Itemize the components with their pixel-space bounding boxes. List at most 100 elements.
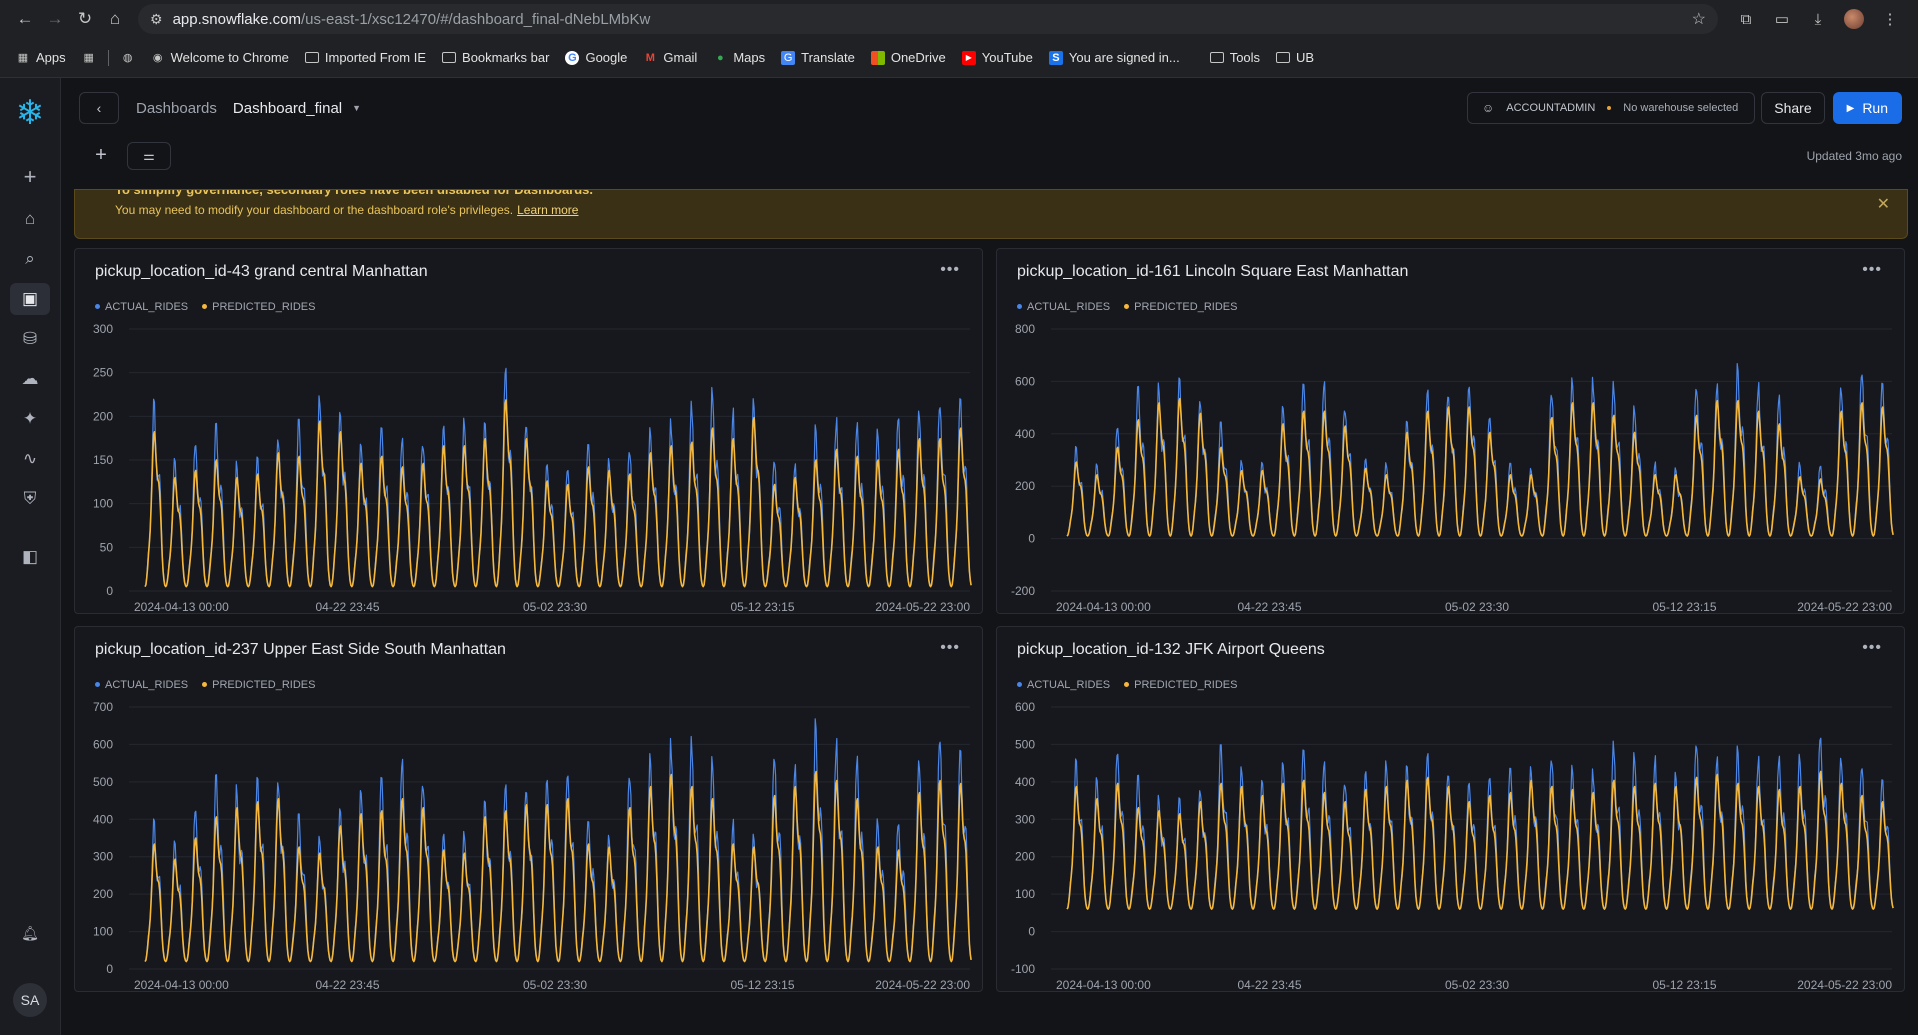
address-bar[interactable]: ⚙ app.snowflake.com/us-east-1/xsc12470/#… <box>138 4 1718 34</box>
profile-avatar[interactable] <box>1844 9 1864 29</box>
y-tick-label: 0 <box>106 962 113 976</box>
series-line-actual_rides <box>1066 363 1894 537</box>
folder-icon <box>1276 52 1291 63</box>
monitoring-activity-icon[interactable]: ∿ <box>10 443 50 475</box>
chart-tile-2[interactable]: pickup_location_id-161 Lincoln Square Ea… <box>996 248 1905 614</box>
user-avatar[interactable]: SA <box>13 983 47 1017</box>
legend-predicted[interactable]: PREDICTED_RIDES <box>202 301 315 313</box>
x-tick-label: 2024-04-13 00:00 <box>1056 978 1151 992</box>
site-settings-icon[interactable]: ⚙ <box>150 11 163 28</box>
y-tick-label: 400 <box>1015 427 1035 441</box>
line-chart[interactable]: 0 100 200 300 400 500 600 700 2024-04-13 00:00 04… <box>75 697 984 993</box>
bookmark-translate[interactable]: G Translate <box>773 50 863 65</box>
updated-timestamp: Updated 3mo ago <box>1806 148 1902 163</box>
filters-sliders-icon[interactable]: ⚌ <box>127 141 171 170</box>
tab-search-icon[interactable]: ▦ <box>74 51 104 65</box>
home-icon[interactable]: ⌂ <box>10 203 50 235</box>
download-icon[interactable]: ⤓ <box>1800 4 1836 34</box>
folder-icon <box>1209 52 1224 63</box>
y-tick-label: 800 <box>1015 322 1035 336</box>
kebab-menu-icon[interactable]: ⋮ <box>1872 4 1908 34</box>
tile-title: pickup_location_id-237 Upper East Side S… <box>95 641 506 658</box>
x-tick-label: 2024-05-22 23:00 <box>875 600 970 614</box>
ai-ml-sparkle-icon[interactable]: ✦ <box>10 403 50 435</box>
data-database-icon[interactable]: ⛁ <box>10 323 50 355</box>
x-tick-label: 2024-04-13 00:00 <box>134 978 229 992</box>
left-nav-rail: ❄ + ⌂ ⌕ ▣ ⛁ ☁ ✦ ∿ ⛨ ◧ 🔔︎ SA <box>0 78 61 1035</box>
bookmark-bookmarks-bar[interactable]: Bookmarks bar <box>434 50 557 65</box>
home-icon[interactable]: ⌂ <box>100 4 130 34</box>
x-tick-label: 05-02 23:30 <box>523 600 587 614</box>
y-tick-label: 500 <box>93 775 113 789</box>
y-tick-label: 600 <box>1015 374 1035 388</box>
y-tick-label: 600 <box>93 737 113 751</box>
bookmark-imported-ie[interactable]: Imported From IE <box>297 50 434 65</box>
add-tile-plus-icon[interactable]: + <box>79 142 123 170</box>
y-tick-label: 250 <box>93 366 113 380</box>
bookmark-ub[interactable]: UB <box>1268 50 1322 65</box>
more-options-icon[interactable]: ••• <box>1862 639 1882 657</box>
snowflake-logo-icon[interactable]: ❄ <box>13 96 47 130</box>
projects-terminal-icon[interactable]: ▣ <box>10 283 50 315</box>
bookmark-youtube[interactable]: ▶ YouTube <box>954 50 1041 65</box>
bookmark-google[interactable]: G Google <box>557 50 635 65</box>
globe-icon[interactable]: ◍ <box>113 51 143 65</box>
data-products-cloud-icon[interactable]: ☁ <box>10 363 50 395</box>
share-button[interactable]: Share <box>1761 92 1825 124</box>
bookmark-star-icon[interactable]: ☆ <box>1692 9 1706 29</box>
line-chart[interactable]: -200 0 200 400 600 800 2024-04-13 00:00 04-22 2… <box>997 319 1906 615</box>
line-chart[interactable]: -100 0 100 200 300 400 500 600 2024-04-13 00:00 0… <box>997 697 1906 993</box>
create-plus-icon[interactable]: + <box>10 161 50 193</box>
sidebar-toggle-icon[interactable]: ◧ <box>10 541 50 573</box>
legend-actual[interactable]: ACTUAL_RIDES <box>95 679 188 691</box>
legend-predicted[interactable]: PREDICTED_RIDES <box>202 679 315 691</box>
chevron-down-icon[interactable]: ▼ <box>352 103 361 113</box>
run-button[interactable]: ▶ Run <box>1832 92 1902 124</box>
bookmark-welcome[interactable]: ◉ Welcome to Chrome <box>143 50 297 65</box>
bookmark-apps[interactable]: ▦ Apps <box>8 50 74 65</box>
forward-arrow-icon[interactable]: → <box>40 4 70 34</box>
close-icon[interactable]: ✕ <box>1877 194 1890 214</box>
y-tick-label: 600 <box>1015 700 1035 714</box>
cast-icon[interactable]: ▭ <box>1764 4 1800 34</box>
banner-title: To simplify governance, secondary roles … <box>115 189 594 197</box>
series-line-actual_rides <box>144 718 972 963</box>
more-options-icon[interactable]: ••• <box>940 639 960 657</box>
chart-tile-3[interactable]: pickup_location_id-237 Upper East Side S… <box>74 626 983 992</box>
dashboard-header: ‹ Dashboards Dashboard_final ▼ ☺ ACCOUNT… <box>61 78 1918 138</box>
legend-predicted[interactable]: PREDICTED_RIDES <box>1124 679 1237 691</box>
role-name: ACCOUNTADMIN <box>1506 102 1596 114</box>
bookmark-gmail[interactable]: M Gmail <box>635 50 705 65</box>
breadcrumb-dashboards[interactable]: Dashboards <box>136 100 217 117</box>
x-tick-label: 05-12 23:15 <box>730 978 794 992</box>
line-chart[interactable]: 0 50 100 150 200 250 300 2024-04-13 00:00 04-22 … <box>75 319 984 615</box>
chart-tile-4[interactable]: pickup_location_id-132 JFK Airport Queen… <box>996 626 1905 992</box>
chart-tile-1[interactable]: pickup_location_id-43 grand central Manh… <box>74 248 983 614</box>
more-options-icon[interactable]: ••• <box>940 261 960 279</box>
learn-more-link[interactable]: Learn more <box>517 203 578 217</box>
bookmark-maps[interactable]: ● Maps <box>705 50 773 65</box>
admin-shield-icon[interactable]: ⛨ <box>10 483 50 515</box>
legend-predicted[interactable]: PREDICTED_RIDES <box>1124 301 1237 313</box>
legend-actual[interactable]: ACTUAL_RIDES <box>1017 301 1110 313</box>
reload-icon[interactable]: ↻ <box>70 4 100 34</box>
apps-grid-icon: ▦ <box>17 52 29 64</box>
url-path: /us-east-1/xsc12470/#/dashboard_final-dN… <box>300 10 651 28</box>
legend-actual[interactable]: ACTUAL_RIDES <box>1017 679 1110 691</box>
search-icon[interactable]: ⌕ <box>10 243 50 275</box>
bookmark-tools[interactable]: Tools <box>1202 50 1268 65</box>
back-button[interactable]: ‹ <box>79 92 119 124</box>
extensions-icon[interactable]: ⧉ <box>1728 4 1764 34</box>
role-user-icon: ☺ <box>1482 101 1495 115</box>
y-tick-label: 300 <box>93 850 113 864</box>
bookmark-signed-in[interactable]: S You are signed in... <box>1041 50 1188 65</box>
x-tick-label: 04-22 23:45 <box>315 600 379 614</box>
context-selector[interactable]: ☺ ACCOUNTADMIN No warehouse selected <box>1467 92 1756 124</box>
dashboard-title[interactable]: Dashboard_final <box>233 100 342 117</box>
legend-actual[interactable]: ACTUAL_RIDES <box>95 301 188 313</box>
more-options-icon[interactable]: ••• <box>1862 261 1882 279</box>
maps-pin-icon: ● <box>717 51 724 64</box>
bookmark-onedrive[interactable]: OneDrive <box>863 50 954 65</box>
notifications-bell-icon[interactable]: 🔔︎ <box>10 917 50 949</box>
back-arrow-icon[interactable]: ← <box>10 4 40 34</box>
